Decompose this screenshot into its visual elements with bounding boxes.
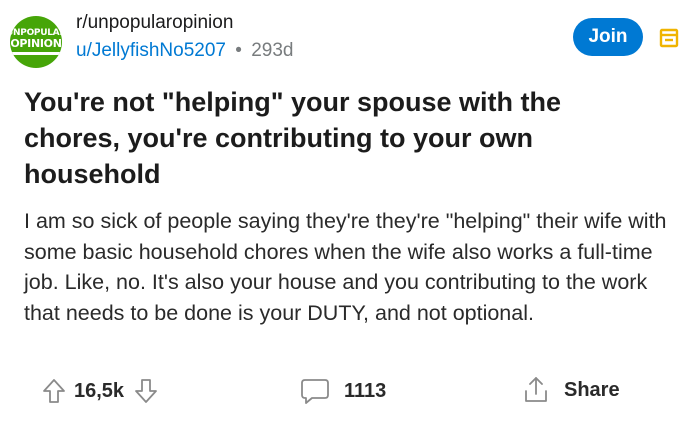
join-button[interactable]: Join [573, 18, 643, 56]
comment-count: 1113 [344, 379, 387, 402]
subreddit-icon[interactable]: UNPOPULAR OPINION [10, 16, 62, 68]
share-button[interactable]: Share [522, 372, 620, 408]
share-icon [525, 377, 547, 402]
subreddit-icon-text-line2: OPINION [10, 37, 62, 50]
comments-button[interactable]: 1113 [300, 374, 386, 408]
comment-bubble-icon [301, 379, 329, 404]
post-menu-icon[interactable] [658, 27, 680, 49]
post-byline: u/JellyfishNo5207 • 293d [76, 40, 293, 62]
post-action-bar: 16,5k 1113 Share [0, 370, 700, 412]
vote-controls: 16,5k [42, 374, 158, 408]
author-link[interactable]: u/JellyfishNo5207 [76, 40, 226, 61]
share-label: Share [564, 378, 620, 401]
subreddit-icon-stripe [10, 52, 62, 55]
downvote-arrow-icon[interactable] [134, 377, 158, 405]
post-body: I am so sick of people saying they're th… [24, 209, 667, 325]
subreddit-name[interactable]: r/unpopularopinion [76, 12, 233, 34]
post-age: 293d [251, 40, 294, 61]
post-header: UNPOPULAR OPINION r/unpopularopinion u/J… [10, 10, 690, 68]
byline-separator: • [235, 40, 242, 61]
post-title[interactable]: You're not "helping" your spouse with th… [24, 84, 664, 192]
vote-score: 16,5k [74, 379, 125, 402]
upvote-arrow-icon[interactable] [42, 377, 66, 405]
